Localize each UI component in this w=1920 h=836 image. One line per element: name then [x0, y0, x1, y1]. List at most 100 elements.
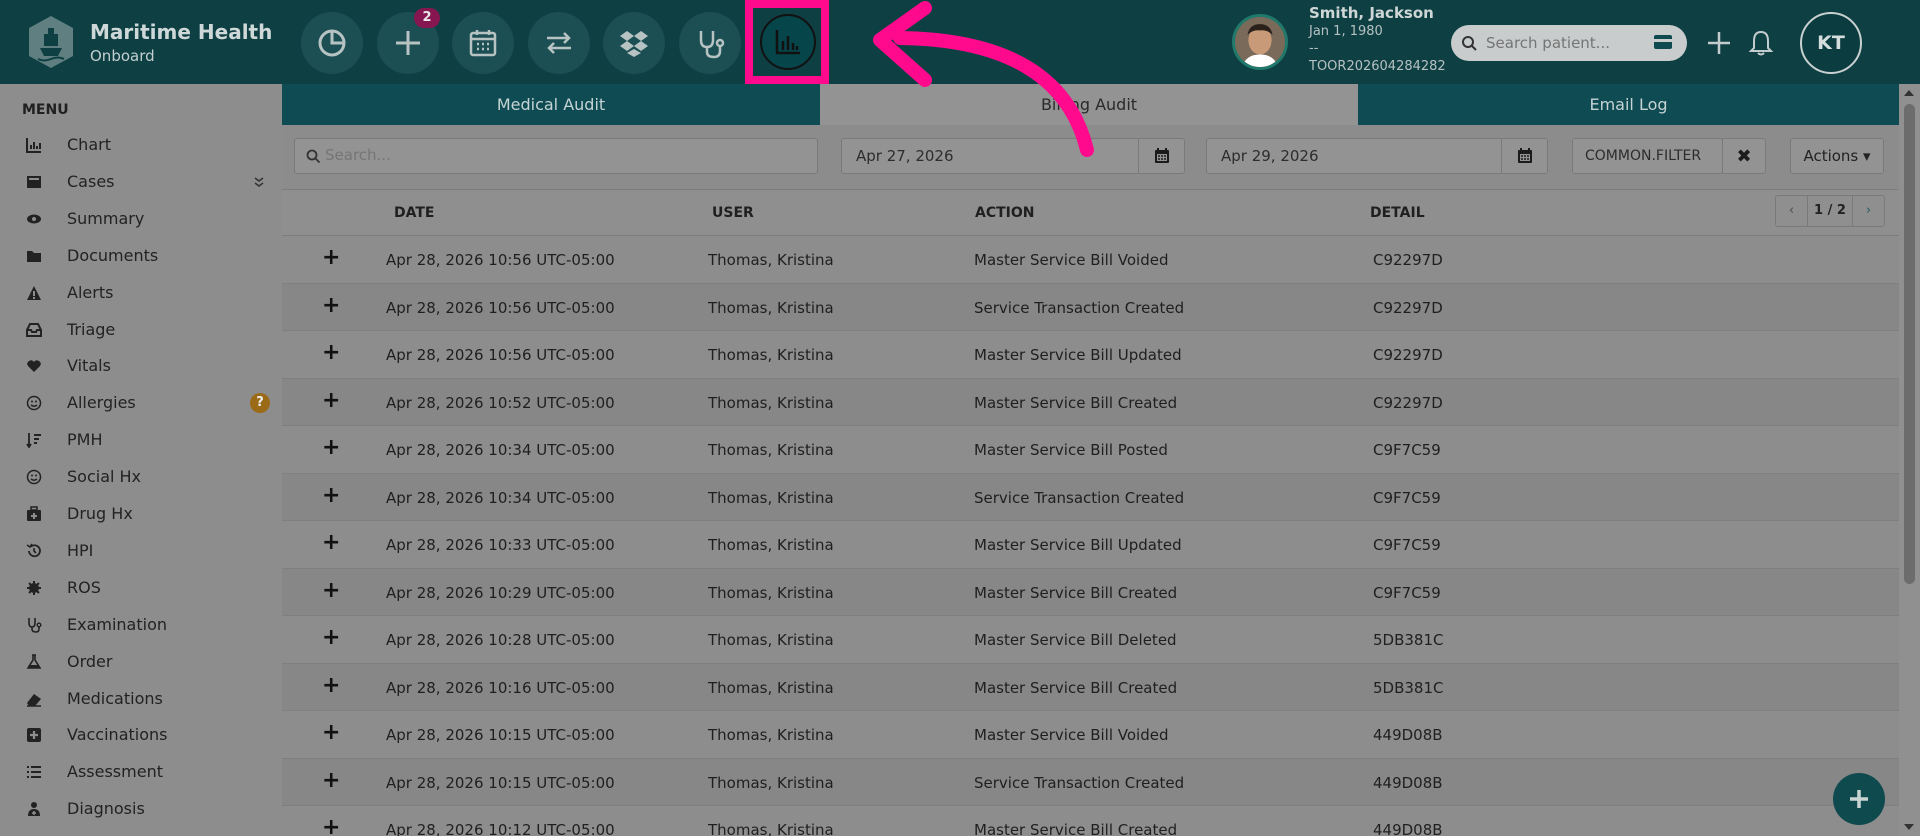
- table-row[interactable]: + Apr 28, 2026 10:28 UTC-05:00 Thomas, Kri…: [282, 616, 1899, 664]
- bell-icon[interactable]: [1748, 29, 1774, 57]
- scroll-up-arrow[interactable]: [1904, 90, 1914, 96]
- clinical-button[interactable]: [679, 12, 741, 74]
- chevron-double-down-icon[interactable]: [253, 176, 265, 188]
- next-page-button[interactable]: ›: [1852, 196, 1884, 226]
- sidebar-item-diagnosis[interactable]: Diagnosis: [0, 794, 282, 824]
- actions-dropdown[interactable]: Actions ▾: [1790, 138, 1884, 174]
- inbox-icon: [27, 175, 41, 188]
- sidebar-item-order[interactable]: Order: [0, 647, 282, 677]
- user-avatar[interactable]: KT: [1800, 12, 1862, 74]
- table-row[interactable]: + Apr 28, 2026 10:33 UTC-05:00 Thomas, Kri…: [282, 521, 1899, 569]
- expand-row-icon[interactable]: +: [322, 722, 340, 744]
- expand-row-icon[interactable]: +: [322, 294, 340, 316]
- quick-add-icon[interactable]: [1705, 29, 1733, 57]
- table-row[interactable]: + Apr 28, 2026 10:12 UTC-05:00 Thomas, Kri…: [282, 806, 1899, 836]
- expand-row-icon[interactable]: +: [322, 484, 340, 506]
- sidebar-item-chart[interactable]: Chart: [0, 130, 282, 160]
- col-date[interactable]: DATE: [394, 205, 434, 221]
- tab-billing-audit[interactable]: Billing Audit: [820, 84, 1358, 125]
- transfer-icon: [547, 32, 571, 54]
- dropbox-button[interactable]: [603, 12, 665, 74]
- expand-row-icon[interactable]: +: [322, 769, 340, 791]
- app-subtitle: Onboard: [90, 47, 155, 65]
- col-action[interactable]: ACTION: [975, 205, 1035, 221]
- notification-count-badge: 2: [414, 8, 440, 28]
- sidebar-item-drug-hx[interactable]: Drug Hx: [0, 499, 282, 529]
- table-row[interactable]: + Apr 28, 2026 10:34 UTC-05:00 Thomas, Kri…: [282, 426, 1899, 474]
- sidebar-item-ros[interactable]: ROS: [0, 573, 282, 603]
- scroll-thumb[interactable]: [1904, 104, 1915, 584]
- table-row[interactable]: + Apr 28, 2026 10:16 UTC-05:00 Thomas, Kri…: [282, 663, 1899, 711]
- sidebar-item-documents[interactable]: Documents: [0, 241, 282, 271]
- audit-reports-button[interactable]: [760, 14, 816, 70]
- col-user[interactable]: USER: [712, 205, 754, 221]
- date-to-picker[interactable]: [1501, 139, 1547, 173]
- sidebar-item-alerts[interactable]: Alerts: [0, 278, 282, 308]
- sidebar-item-vitals[interactable]: Vitals: [0, 351, 282, 381]
- floating-add-button[interactable]: [1833, 773, 1885, 825]
- sidebar-item-cases[interactable]: Cases: [0, 167, 282, 197]
- history-icon: [26, 543, 41, 557]
- expand-row-icon[interactable]: +: [322, 342, 340, 364]
- expand-row-icon[interactable]: +: [322, 627, 340, 649]
- table-row[interactable]: + Apr 28, 2026 10:56 UTC-05:00 Thomas, Kri…: [282, 236, 1899, 284]
- transfer-button[interactable]: [528, 12, 590, 74]
- table-row[interactable]: + Apr 28, 2026 10:29 UTC-05:00 Thomas, Kri…: [282, 568, 1899, 616]
- expand-row-icon[interactable]: +: [322, 579, 340, 601]
- tab-medical-audit[interactable]: Medical Audit: [282, 84, 820, 125]
- row-date: Apr 28, 2026 10:56 UTC-05:00: [386, 251, 615, 269]
- page-scrollbar[interactable]: [1899, 84, 1920, 836]
- patient-search[interactable]: [1451, 25, 1687, 61]
- sidebar-item-vaccinations[interactable]: Vaccinations: [0, 720, 282, 750]
- sidebar-item-medications[interactable]: Medications: [0, 684, 282, 714]
- table-row[interactable]: + Apr 28, 2026 10:56 UTC-05:00 Thomas, Kri…: [282, 331, 1899, 379]
- table-row[interactable]: + Apr 28, 2026 10:56 UTC-05:00 Thomas, Kri…: [282, 283, 1899, 331]
- table-row[interactable]: + Apr 28, 2026 10:34 UTC-05:00 Thomas, Kri…: [282, 473, 1899, 521]
- row-user: Thomas, Kristina: [708, 631, 834, 649]
- scroll-down-arrow[interactable]: [1904, 824, 1914, 830]
- sidebar-item-assessment[interactable]: Assessment: [0, 757, 282, 787]
- brand[interactable]: Maritime Health Onboard: [26, 14, 276, 72]
- expand-row-icon[interactable]: +: [322, 389, 340, 411]
- dashboard-button[interactable]: [301, 12, 363, 74]
- patient-search-input[interactable]: [1486, 34, 1646, 52]
- audit-search[interactable]: [294, 138, 818, 174]
- chart-icon: [26, 138, 41, 153]
- common-filter-button[interactable]: COMMON.FILTER: [1572, 138, 1723, 174]
- sidebar-item-pmh[interactable]: PMH: [0, 425, 282, 455]
- sidebar-item-label: Assessment: [67, 762, 163, 782]
- row-user: Thomas, Kristina: [708, 393, 834, 412]
- table-row[interactable]: + Apr 28, 2026 10:15 UTC-05:00 Thomas, Kri…: [282, 758, 1899, 806]
- date-to-field[interactable]: Apr 29, 2026: [1206, 138, 1548, 174]
- expand-row-icon[interactable]: +: [322, 817, 340, 836]
- sidebar-item-summary[interactable]: Summary: [0, 204, 282, 234]
- card-scan-icon[interactable]: [1653, 34, 1673, 50]
- table-row[interactable]: + Apr 28, 2026 10:15 UTC-05:00 Thomas, Kri…: [282, 711, 1899, 759]
- expand-row-icon[interactable]: +: [322, 532, 340, 554]
- row-user: Thomas, Kristina: [708, 441, 834, 459]
- sidebar-item-allergies[interactable]: Allergies?: [0, 388, 282, 418]
- date-from-field[interactable]: Apr 27, 2026: [841, 138, 1185, 174]
- tab-email-log[interactable]: Email Log: [1358, 84, 1899, 125]
- sidebar-item-label: Cases: [67, 171, 115, 191]
- prev-page-button[interactable]: ‹: [1776, 196, 1808, 226]
- clear-filter-button[interactable]: ✖: [1722, 138, 1766, 174]
- patient-name[interactable]: Smith, Jackson: [1309, 4, 1434, 22]
- expand-row-icon[interactable]: +: [322, 437, 340, 459]
- date-from-picker[interactable]: [1138, 139, 1184, 173]
- sidebar-item-social-hx[interactable]: Social Hx: [0, 462, 282, 492]
- col-detail[interactable]: DETAIL: [1370, 205, 1425, 221]
- audit-search-input[interactable]: [325, 146, 805, 164]
- patient-avatar[interactable]: [1232, 14, 1288, 70]
- expand-row-icon[interactable]: +: [322, 247, 340, 269]
- patient-dob: Jan 1, 1980: [1309, 24, 1383, 39]
- pagination: ‹ 1 / 2 ›: [1775, 195, 1885, 227]
- expand-row-icon[interactable]: +: [322, 674, 340, 696]
- sidebar-item-examination[interactable]: Examination: [0, 610, 282, 640]
- sidebar-item-label: Alerts: [67, 282, 114, 302]
- calendar-button[interactable]: [452, 12, 514, 74]
- table-row[interactable]: + Apr 28, 2026 10:52 UTC-05:00 Thomas, Kri…: [282, 378, 1899, 426]
- row-detail: C9F7C59: [1373, 488, 1441, 507]
- sidebar-item-triage[interactable]: Triage: [0, 315, 282, 345]
- sidebar-item-hpi[interactable]: HPI: [0, 536, 282, 566]
